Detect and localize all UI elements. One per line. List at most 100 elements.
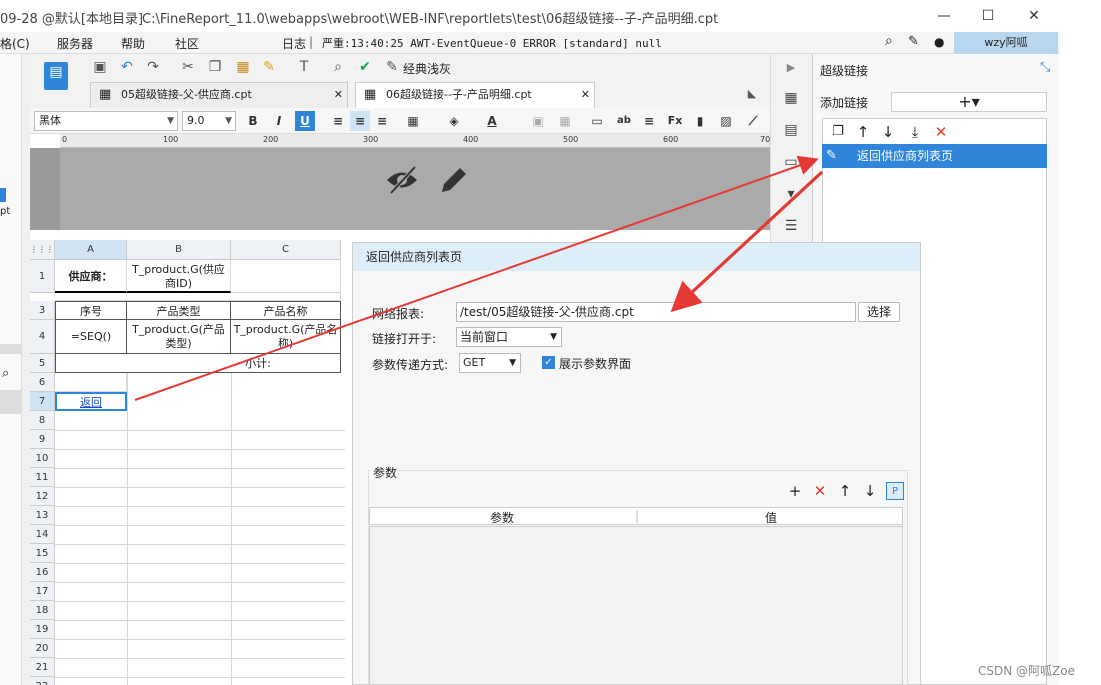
preview-icon[interactable]: ⌕	[328, 57, 348, 77]
hide-icon[interactable]	[385, 163, 419, 197]
unmerge-icon[interactable]: ▦	[555, 111, 575, 131]
row-header[interactable]: 1	[30, 260, 55, 293]
tab-child-report[interactable]: ▦ 06超级链接--子-产品明细.cpt ✕	[355, 82, 595, 108]
close-tab-icon[interactable]: ✕	[334, 83, 343, 107]
row-header[interactable]: 7	[30, 392, 55, 411]
row-header[interactable]: 16	[30, 563, 55, 582]
expand-icon[interactable]: ▶	[781, 58, 801, 78]
paste-icon[interactable]: ▦	[233, 57, 253, 77]
widget-icon[interactable]: ▭	[781, 152, 801, 172]
cell-c4[interactable]: T_product.G(产品名称)	[231, 320, 341, 354]
collapse-icon[interactable]: ⤡	[1040, 60, 1050, 75]
search-icon[interactable]: ⌕	[885, 33, 893, 49]
cell-c3[interactable]: 产品名称	[231, 301, 341, 320]
report-path-input[interactable]: /test/05超级链接-父-供应商.cpt	[456, 302, 856, 322]
fill-color-icon[interactable]: ◈	[444, 111, 464, 131]
arrow-down-icon[interactable]: ↓	[878, 122, 898, 142]
new-report-icon[interactable]: ▤	[44, 62, 68, 90]
maximize-button[interactable]: ☐	[978, 6, 998, 26]
align-left-icon[interactable]: ≡	[328, 111, 348, 131]
delete-param-icon[interactable]: ✕	[811, 482, 829, 500]
row-header[interactable]: 15	[30, 544, 55, 563]
copy-icon[interactable]: ❐	[828, 122, 848, 142]
row-header[interactable]: 8	[30, 411, 55, 430]
move-bottom-icon[interactable]: ⤓	[905, 122, 925, 142]
check-icon[interactable]: ✔	[355, 57, 375, 77]
row-header[interactable]: 12	[30, 487, 55, 506]
cell-b4[interactable]: T_product.G(产品类型)	[127, 320, 231, 354]
choose-button[interactable]: 选择	[858, 302, 900, 322]
align-right-icon[interactable]: ≡	[372, 111, 392, 131]
row-header[interactable]: 18	[30, 601, 55, 620]
link-item-selected[interactable]: 返回供应商列表页	[822, 144, 1047, 168]
arrow-up-icon[interactable]: ↑	[853, 122, 873, 142]
row-header[interactable]: 6	[30, 373, 55, 392]
cell-c5[interactable]: 小计:	[55, 354, 341, 373]
show-param-checkbox[interactable]: ✓	[542, 356, 555, 369]
row-header[interactable]: 5	[30, 354, 55, 373]
cell-a3[interactable]: 序号	[55, 301, 127, 320]
italic-icon[interactable]: I	[269, 111, 289, 131]
chart-icon[interactable]: ▮	[690, 111, 710, 131]
log-button[interactable]: 日志	[282, 35, 306, 52]
param-p-icon[interactable]: P	[886, 482, 904, 500]
slash-icon[interactable]: ⟋	[743, 111, 763, 131]
spreadsheet[interactable]: ⋮⋮⋮ A B C 1 3 4 5 6 7 8 9 10 11 12 13 14…	[30, 240, 360, 685]
row-header[interactable]: 4	[30, 320, 55, 354]
underline-icon[interactable]: U	[295, 111, 315, 131]
redo-icon[interactable]: ↷	[143, 57, 163, 77]
edit-icon[interactable]: ✎	[908, 34, 919, 49]
cell-b1[interactable]: T_product.G(供应商ID)	[127, 260, 231, 293]
condition-icon[interactable]: ▾	[781, 184, 801, 204]
font-size-select[interactable]: 9.0 ▼	[182, 111, 236, 131]
row-header[interactable]: 3	[30, 301, 55, 320]
cell-c1[interactable]	[231, 260, 341, 293]
splitter[interactable]	[22, 54, 30, 685]
pencil-icon[interactable]	[438, 164, 470, 196]
param-down-icon[interactable]: ↓	[861, 482, 879, 500]
ab-icon[interactable]: ab	[614, 111, 634, 131]
row-header[interactable]: 17	[30, 582, 55, 601]
column-header[interactable]: B	[127, 240, 231, 260]
bold-icon[interactable]: B	[243, 111, 263, 131]
row-header[interactable]: 14	[30, 525, 55, 544]
save-icon[interactable]: ▣	[90, 57, 110, 77]
font-color-icon[interactable]: A	[482, 111, 502, 131]
cell-a4[interactable]: =SEQ()	[55, 320, 127, 354]
tab-menu-icon[interactable]: ◣	[742, 84, 762, 104]
bell-icon[interactable]: ●	[934, 35, 944, 49]
cell-b3[interactable]: 产品类型	[127, 301, 231, 320]
row-header[interactable]: 11	[30, 468, 55, 487]
cell-a7-link[interactable]: 返回	[55, 392, 127, 411]
add-link-button[interactable]: +▾	[891, 92, 1047, 112]
menu-item-help[interactable]: 帮助	[121, 35, 145, 52]
minimize-button[interactable]: —	[934, 6, 954, 26]
delete-icon[interactable]: ✕	[931, 122, 951, 142]
cut-icon[interactable]: ✂	[178, 57, 198, 77]
merge-icon[interactable]: ▣	[528, 111, 548, 131]
row-header[interactable]: 22	[30, 677, 55, 685]
hyperlink-icon[interactable]: ☰	[781, 216, 801, 236]
tab-parent-report[interactable]: ▦ 05超级链接-父-供应商.cpt ✕	[90, 82, 348, 108]
menu-item-community[interactable]: 社区	[175, 35, 199, 52]
row-header[interactable]: 19	[30, 620, 55, 639]
border-icon[interactable]: ▦	[403, 111, 423, 131]
insert-icon[interactable]: ▭	[587, 111, 607, 131]
close-tab-icon[interactable]: ✕	[581, 83, 590, 107]
user-name[interactable]: wzy阿呱	[954, 32, 1058, 54]
close-button[interactable]: ✕	[1024, 6, 1044, 26]
open-in-select[interactable]: 当前窗口 ▼	[456, 327, 562, 347]
cell-property-icon[interactable]: ▦	[781, 88, 801, 108]
menu-item-fragment[interactable]: 格(C)	[0, 35, 30, 52]
row-header[interactable]: 10	[30, 449, 55, 468]
formula-icon[interactable]: Fx	[665, 111, 685, 131]
text-icon[interactable]: T	[294, 57, 314, 77]
copy-icon[interactable]: ❐	[205, 57, 225, 77]
menu-item-server[interactable]: 服务器	[57, 35, 93, 52]
search-icon[interactable]: ⌕	[2, 366, 9, 381]
align-center-icon[interactable]: ≡	[350, 111, 370, 131]
params-table-body[interactable]	[369, 526, 903, 685]
column-header[interactable]: C	[231, 240, 341, 260]
add-param-icon[interactable]: +	[786, 482, 804, 500]
undo-icon[interactable]: ↶	[117, 57, 137, 77]
